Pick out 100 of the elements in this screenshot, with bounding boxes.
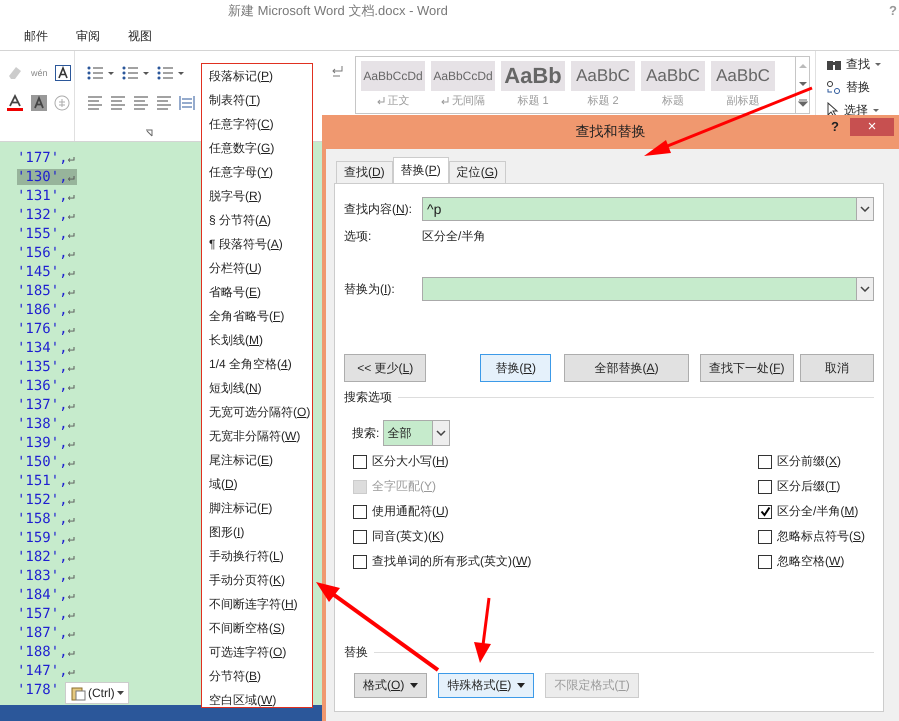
menu-item[interactable]: § 分节符(A) [202,208,312,232]
document-line: '136',↵ [17,378,76,394]
dialog-button[interactable]: << 更少(L) [344,354,426,382]
document-line: '186',↵ [17,302,76,318]
menu-item[interactable]: 脚注标记(F) [202,496,312,520]
menu-item[interactable]: 脱字号(R) [202,184,312,208]
menu-item[interactable]: 图形(I) [202,520,312,544]
checkbox[interactable] [353,530,367,544]
editing-command[interactable]: 查找 [826,54,882,74]
menu-item[interactable]: 全角省略号(F) [202,304,312,328]
document-line: '157',↵ [17,606,76,622]
menu-item[interactable]: 任意数字(G) [202,136,312,160]
section-title: 替换 [344,644,368,660]
dialog-button[interactable]: 全部替换(A) [564,354,690,382]
ribbon-tab[interactable]: 邮件 [24,28,48,44]
menu-item[interactable]: 无宽可选分隔符(O) [202,400,312,424]
dialog-button[interactable]: 查找下一处(F) [700,354,794,382]
document-line: '182',↵ [17,548,76,564]
checkbox-label: 同音(英文)(K) [372,528,444,545]
checkbox-label: 忽略空格(W) [777,553,844,570]
checkbox[interactable] [758,504,772,518]
document-line: '155',↵ [17,226,76,242]
menu-item[interactable]: 段落标记(P) [202,64,312,88]
menu-item[interactable]: 分节符(B) [202,664,312,688]
menu-item[interactable]: 任意字母(Y) [202,160,312,184]
text-direction-icon[interactable] [330,65,344,79]
dialog-tab[interactable]: 查找(D) [336,161,393,183]
checkbox[interactable] [758,554,772,568]
menu-item[interactable]: 省略号(E) [202,280,312,304]
character-shading-icon[interactable] [31,95,47,111]
menu-item[interactable]: 长划线(M) [202,328,312,352]
format-button[interactable]: 格式(O) [354,673,428,698]
menu-item[interactable]: 可选连字符(O) [202,640,312,664]
dialog-title: 查找和替换 [576,123,646,141]
align-icon[interactable] [156,96,172,110]
ribbon-tab[interactable]: 审阅 [76,28,100,44]
ribbon-tab[interactable]: 视图 [128,28,152,44]
document-line: '134',↵ [17,340,76,356]
section-title: 搜索选项 [344,388,392,406]
menu-item[interactable]: 制表符(T) [202,88,312,112]
menu-item[interactable]: 1/4 全角空格(4) [202,352,312,376]
menu-item[interactable]: 手动分页符(K) [202,568,312,592]
format-button[interactable]: 特殊格式(E) [438,673,534,698]
menu-item[interactable]: 域(D) [202,472,312,496]
checkbox[interactable] [353,504,367,518]
replace-field[interactable] [422,277,874,301]
menu-item[interactable]: 短划线(N) [202,376,312,400]
list-icon[interactable] [87,66,115,80]
menu-item[interactable]: ¶ 段落符号(A) [202,232,312,256]
phonetic-guide-button[interactable]: wén [31,68,48,78]
document-line: '159',↵ [17,530,76,546]
align-icon[interactable] [87,96,103,110]
document-line: '178' [17,682,60,698]
document-line: '183',↵ [17,568,76,584]
align-icon[interactable] [133,96,149,110]
list-icon[interactable] [122,66,150,80]
checkbox[interactable] [353,454,367,468]
menu-item[interactable]: 无宽非分隔符(W) [202,424,312,448]
close-button[interactable]: × [850,118,894,136]
distributed-align-icon[interactable] [179,95,195,111]
options-label: 选项: [344,228,372,244]
checkbox[interactable] [758,480,772,494]
find-field[interactable]: ^p [422,197,874,221]
checkbox-label: 区分全/半角(M) [777,503,858,520]
align-icon[interactable] [110,96,126,110]
menu-item[interactable]: 尾注标记(E) [202,448,312,472]
checkbox[interactable] [353,554,367,568]
menu-item[interactable]: 分栏符(U) [202,256,312,280]
scroll-down-icon[interactable] [798,81,808,87]
more-icon[interactable] [798,99,808,107]
menu-item[interactable]: 任意字符(C) [202,112,312,136]
checkbox-label: 区分大小写(H) [372,453,449,470]
font-color-icon[interactable] [6,94,24,112]
checkbox[interactable] [758,454,772,468]
document-line: '131',↵ [17,188,76,204]
menu-item[interactable]: 不间断连字符(H) [202,592,312,616]
chevron-down-icon [860,206,870,212]
paste-options-button[interactable]: (Ctrl) [65,682,129,704]
menu-item[interactable]: 手动换行符(L) [202,544,312,568]
checkbox-label: 区分后缀(T) [777,478,840,495]
checkbox-label: 全字匹配(Y) [372,478,436,495]
menu-item[interactable]: 不间断空格(S) [202,616,312,640]
search-dropdown[interactable]: 全部 [383,420,450,446]
checkbox[interactable] [758,530,772,544]
editing-command[interactable]: 替换 [826,77,882,97]
dialog-button[interactable]: 替换(R) [480,354,551,382]
list-icon[interactable] [157,66,185,80]
clipboard-icon [70,685,86,701]
annotation-arrow [474,598,491,663]
dialog-launcher-icon[interactable] [145,129,153,137]
dialog-tab[interactable]: 定位(G) [448,161,506,183]
checkbox-label: 使用通配符(U) [372,503,449,520]
replace-icon [826,79,842,95]
dialog-tab[interactable]: 替换(P) [392,157,449,183]
document-line: '187',↵ [17,624,76,640]
document-line: '147',↵ [17,662,76,678]
help-button[interactable]: ? [831,119,839,134]
dialog-button[interactable]: 取消 [800,354,874,382]
menu-item[interactable]: 空白区域(W) [202,688,312,712]
character-border-icon[interactable] [54,65,71,81]
